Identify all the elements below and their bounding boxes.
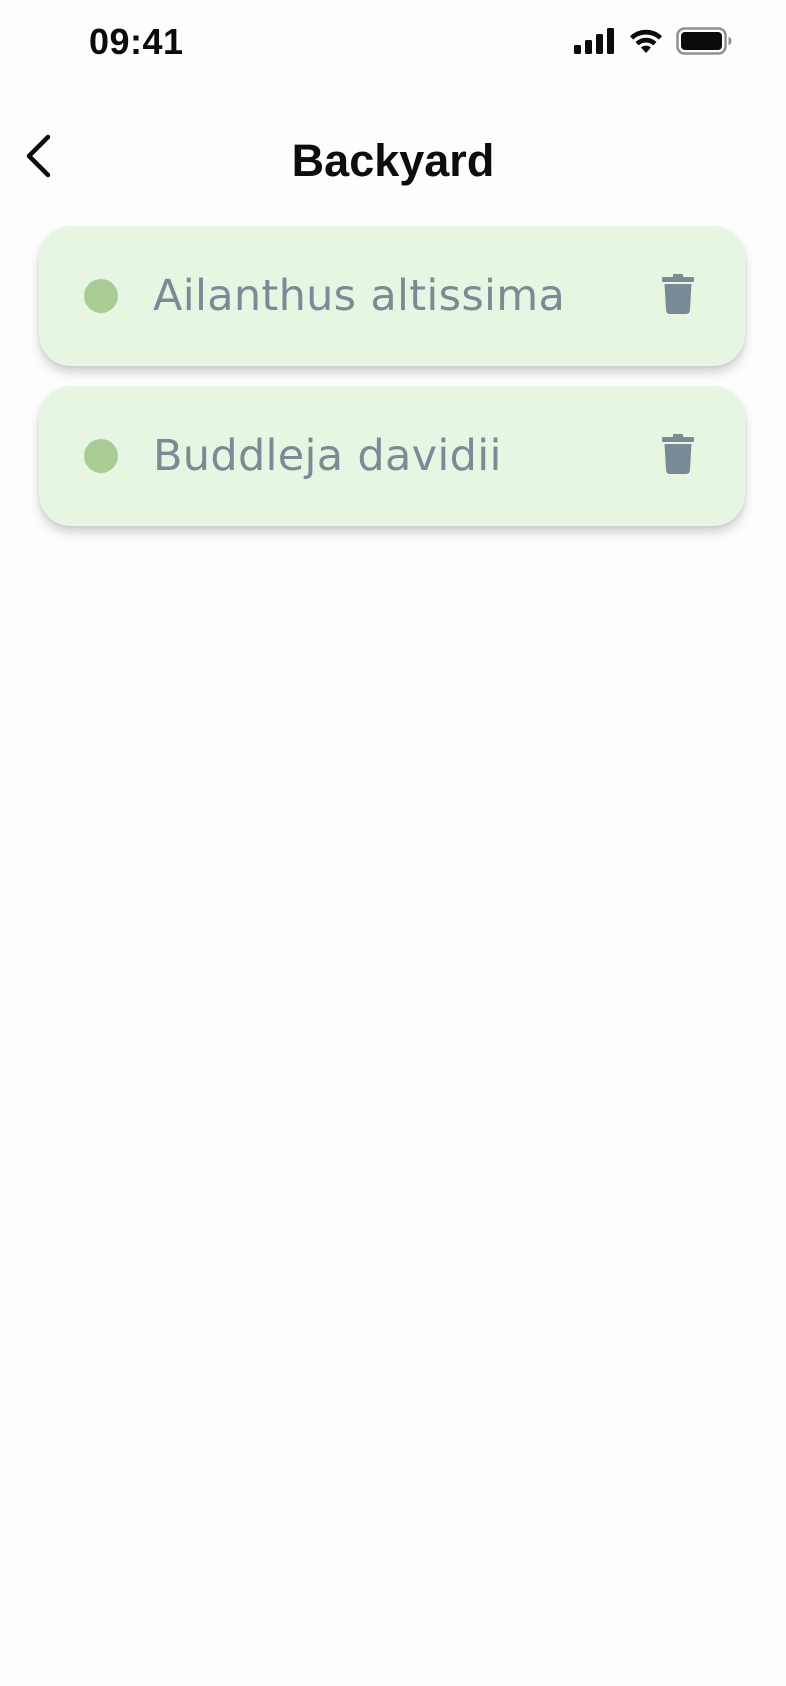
plant-list: Ailanthus altissima Buddleja davidii: [39, 226, 745, 546]
list-item[interactable]: Ailanthus altissima: [39, 226, 745, 366]
delete-button[interactable]: [653, 429, 703, 483]
delete-button[interactable]: [653, 269, 703, 323]
status-dot: [84, 279, 118, 313]
status-time: 09:41: [89, 21, 184, 62]
plant-name: Buddleja davidii: [153, 431, 502, 481]
nav-bar: Backyard: [0, 108, 786, 212]
status-icons: [574, 24, 732, 58]
battery-icon: [676, 27, 732, 55]
wifi-icon: [628, 27, 664, 55]
list-item[interactable]: Buddleja davidii: [39, 386, 745, 526]
status-bar: 09:41: [0, 0, 786, 84]
trash-icon: [662, 273, 694, 319]
page-title: Backyard: [291, 135, 495, 186]
plant-name: Ailanthus altissima: [153, 271, 566, 321]
trash-icon: [662, 433, 694, 479]
cellular-signal-icon: [574, 28, 616, 54]
status-dot: [84, 439, 118, 473]
